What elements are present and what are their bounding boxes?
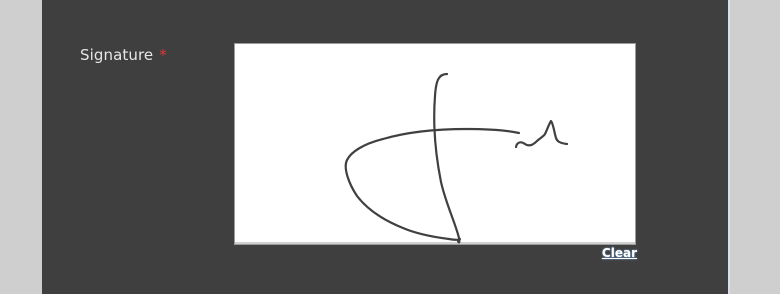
signature-label-text: Signature xyxy=(80,46,154,64)
signature-pad[interactable] xyxy=(234,43,636,245)
signature-canvas[interactable] xyxy=(235,44,635,244)
page: Signature * Clear xyxy=(0,0,780,294)
required-marker: * xyxy=(159,46,167,64)
panel-edge xyxy=(728,0,730,294)
signature-field-label: Signature * xyxy=(80,46,167,64)
clear-signature-link[interactable]: Clear xyxy=(602,246,637,260)
signature-stroke-tail xyxy=(514,119,569,149)
signature-stroke-loop xyxy=(344,127,521,241)
signature-stroke-vertical xyxy=(433,72,461,244)
